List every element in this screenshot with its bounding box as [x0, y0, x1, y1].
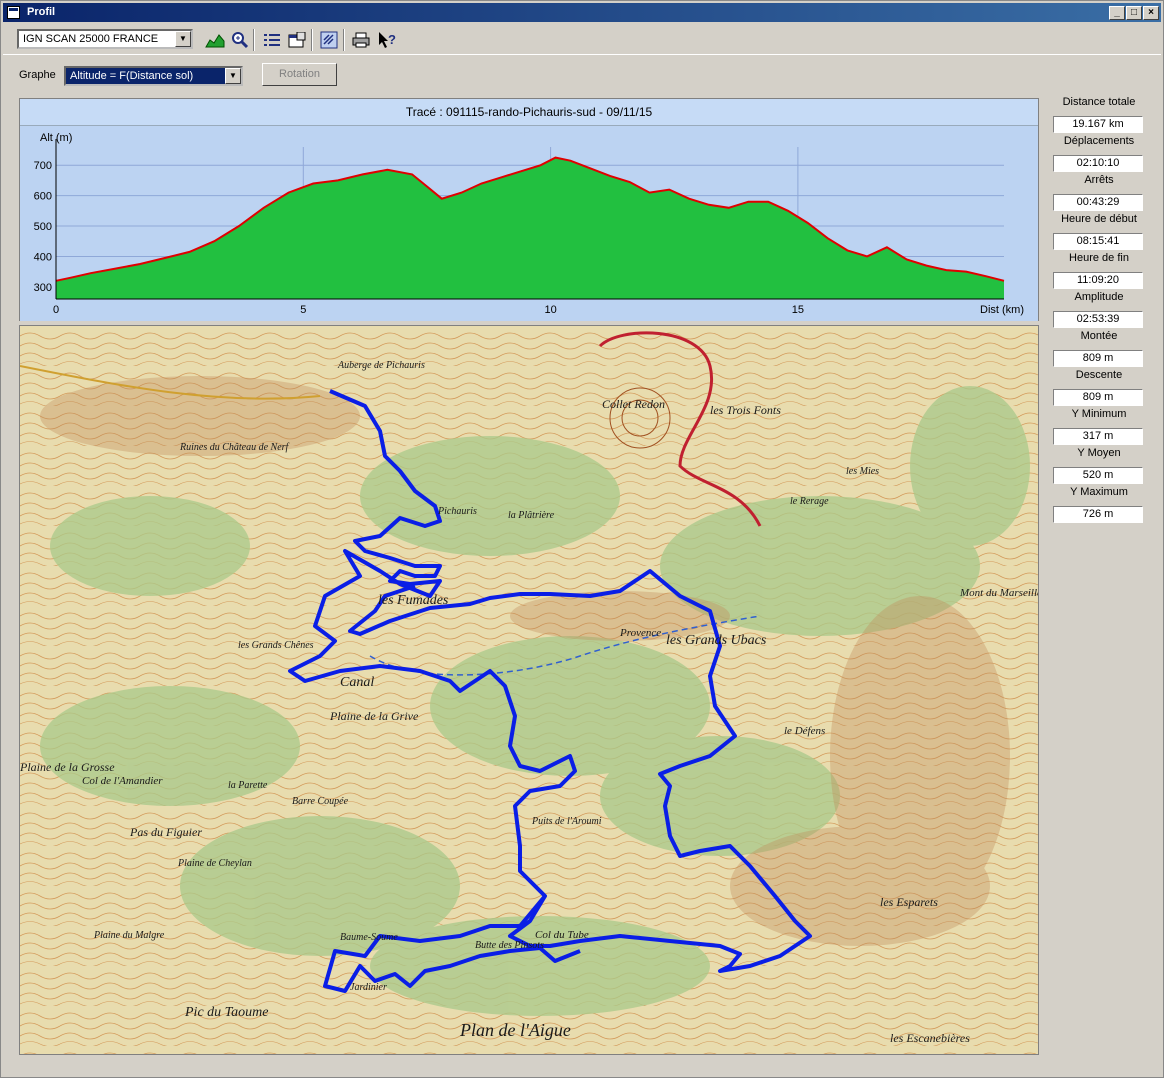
- chart-title: Tracé : 091115-rando-Pichauris-sud - 09/…: [20, 99, 1038, 126]
- toolbar-separator: [253, 29, 255, 51]
- stat-value: 11:09:20: [1053, 272, 1143, 289]
- map-place-label: Plaine de la Grive: [329, 709, 419, 723]
- stat-name: Distance totale: [1062, 96, 1136, 108]
- y-tick-label: 300: [34, 282, 52, 294]
- chevron-down-icon[interactable]: ▼: [175, 31, 191, 47]
- map-place-label: Auberge de Pichauris: [337, 360, 425, 371]
- map-place-label: Pas du Figuier: [129, 825, 202, 839]
- elevation-chart: Tracé : 091115-rando-Pichauris-sud - 09/…: [19, 98, 1039, 321]
- y-tick-label: 600: [34, 191, 52, 203]
- title-bar: Profil _ □ ×: [3, 3, 1161, 22]
- stat-value: 317 m: [1053, 428, 1143, 445]
- map-place-label: le Rerage: [790, 496, 829, 507]
- stat-name: Heure de début: [1061, 213, 1137, 225]
- map-source-select[interactable]: IGN SCAN 25000 FRANCE ▼: [17, 29, 193, 49]
- stat-value: 08:15:41: [1053, 233, 1143, 250]
- x-axis-label: Dist (km): [980, 304, 1024, 316]
- map-place-label: le Défens: [784, 725, 825, 737]
- close-button[interactable]: ×: [1143, 6, 1159, 20]
- topographic-map[interactable]: Auberge de Pichauris Collet Redon les Troi…: [19, 325, 1039, 1055]
- stat-name: Y Moyen: [1077, 447, 1121, 459]
- map-place-label: Plaine du Malgre: [93, 930, 165, 941]
- toolbar: IGN SCAN 25000 FRANCE ▼ ?: [3, 25, 1161, 55]
- map-place-label: les Mies: [846, 466, 879, 477]
- list-icon[interactable]: [260, 29, 283, 51]
- profile-window: Profil _ □ × IGN SCAN 25000 FRANCE ▼ ? G…: [0, 0, 1164, 1078]
- map-place-label: les Escanebières: [890, 1031, 970, 1045]
- app-icon: [7, 6, 20, 19]
- map-place-label: Butte des Pinsots: [475, 940, 544, 951]
- graph-type-select[interactable]: Altitude = F(Distance sol) ▼: [64, 66, 243, 86]
- y-tick-label: 700: [34, 160, 52, 172]
- stat-name: Y Minimum: [1071, 408, 1127, 420]
- map-place-label: Puits de l'Aroumi: [531, 816, 602, 827]
- x-tick-label: 5: [300, 304, 306, 316]
- map-place-label: la Plâtrière: [508, 510, 555, 521]
- map-place-label: la Parette: [228, 780, 268, 791]
- map-place-label: Ruines du Château de Nerf: [179, 442, 290, 453]
- map-place-label: les Grands Ubacs: [666, 633, 767, 648]
- stat-name: Déplacements: [1063, 135, 1135, 147]
- elevation-chart-svg: 300 400 500 600 700 0 5 10 15 Alt (m) Dist (km): [20, 127, 1038, 321]
- x-tick-label: 10: [544, 304, 556, 316]
- rotation-button[interactable]: Rotation: [262, 63, 337, 86]
- help-icon[interactable]: ?: [375, 29, 398, 51]
- graph-label: Graphe: [19, 69, 56, 81]
- stat-value: 809 m: [1053, 389, 1143, 406]
- map-place-label: Barre Coupée: [292, 796, 349, 807]
- map-place-label: les Fumades: [378, 593, 449, 608]
- stat-value: 726 m: [1053, 506, 1143, 523]
- map-place-label: Provence: [619, 627, 661, 639]
- toolbar-separator: [343, 29, 345, 51]
- map-place-label: Pichauris: [437, 506, 477, 517]
- graph-type-value: Altitude = F(Distance sol): [70, 70, 194, 82]
- profile-icon[interactable]: [203, 29, 226, 51]
- map-place-label: Mont du Marseillais: [959, 587, 1038, 599]
- map-place-label: Plaine de la Grosse: [20, 760, 115, 774]
- map-canvas[interactable]: Auberge de Pichauris Collet Redon les Troi…: [20, 326, 1038, 1054]
- map-place-label: Jardinier: [350, 982, 387, 993]
- export-icon[interactable]: [317, 29, 340, 51]
- map-place-label: Collet Redon: [602, 397, 665, 411]
- map-place-label: Plaine de Cheylan: [177, 858, 252, 869]
- print-icon[interactable]: [349, 29, 372, 51]
- x-tick-label: 0: [53, 304, 59, 316]
- y-tick-label: 400: [34, 251, 52, 263]
- stat-name: Descente: [1075, 369, 1123, 381]
- minimize-button[interactable]: _: [1109, 6, 1125, 20]
- stat-name: Arrêts: [1084, 174, 1114, 186]
- stat-name: Y Maximum: [1070, 486, 1128, 498]
- map-place-label: Col de l'Amandier: [82, 775, 163, 787]
- map-place-label: Baume-Soume: [340, 932, 398, 943]
- maximize-button[interactable]: □: [1126, 6, 1142, 20]
- stat-value: 809 m: [1053, 350, 1143, 367]
- toolbar-separator: [311, 29, 313, 51]
- stat-value: 520 m: [1053, 467, 1143, 484]
- properties-icon[interactable]: [285, 29, 308, 51]
- stat-value: 02:10:10: [1053, 155, 1143, 172]
- y-axis-label: Alt (m): [40, 132, 72, 144]
- window-title: Profil: [27, 6, 56, 18]
- stat-name: Heure de fin: [1069, 252, 1129, 264]
- stat-value: 19.167 km: [1053, 116, 1143, 133]
- y-tick-label: 500: [34, 221, 52, 233]
- zoom-icon[interactable]: [228, 29, 251, 51]
- stat-value: 02:53:39: [1053, 311, 1143, 328]
- x-tick-label: 15: [792, 304, 804, 316]
- stat-name: Amplitude: [1074, 291, 1124, 303]
- stat-name: Montée: [1080, 330, 1118, 342]
- map-place-label: Canal: [340, 675, 374, 690]
- stat-value: 00:43:29: [1053, 194, 1143, 211]
- chevron-down-icon[interactable]: ▼: [225, 68, 241, 84]
- map-place-label: les Esparets: [880, 895, 938, 909]
- map-place-label: Pic du Taoume: [184, 1005, 268, 1020]
- map-place-label: Plan de l'Aigue: [459, 1020, 571, 1040]
- map-source-value: IGN SCAN 25000 FRANCE: [23, 33, 159, 45]
- svg-text:?: ?: [388, 32, 396, 47]
- map-place-label: les Grands Chênes: [238, 640, 314, 651]
- map-place-label: les Trois Fonts: [710, 403, 781, 417]
